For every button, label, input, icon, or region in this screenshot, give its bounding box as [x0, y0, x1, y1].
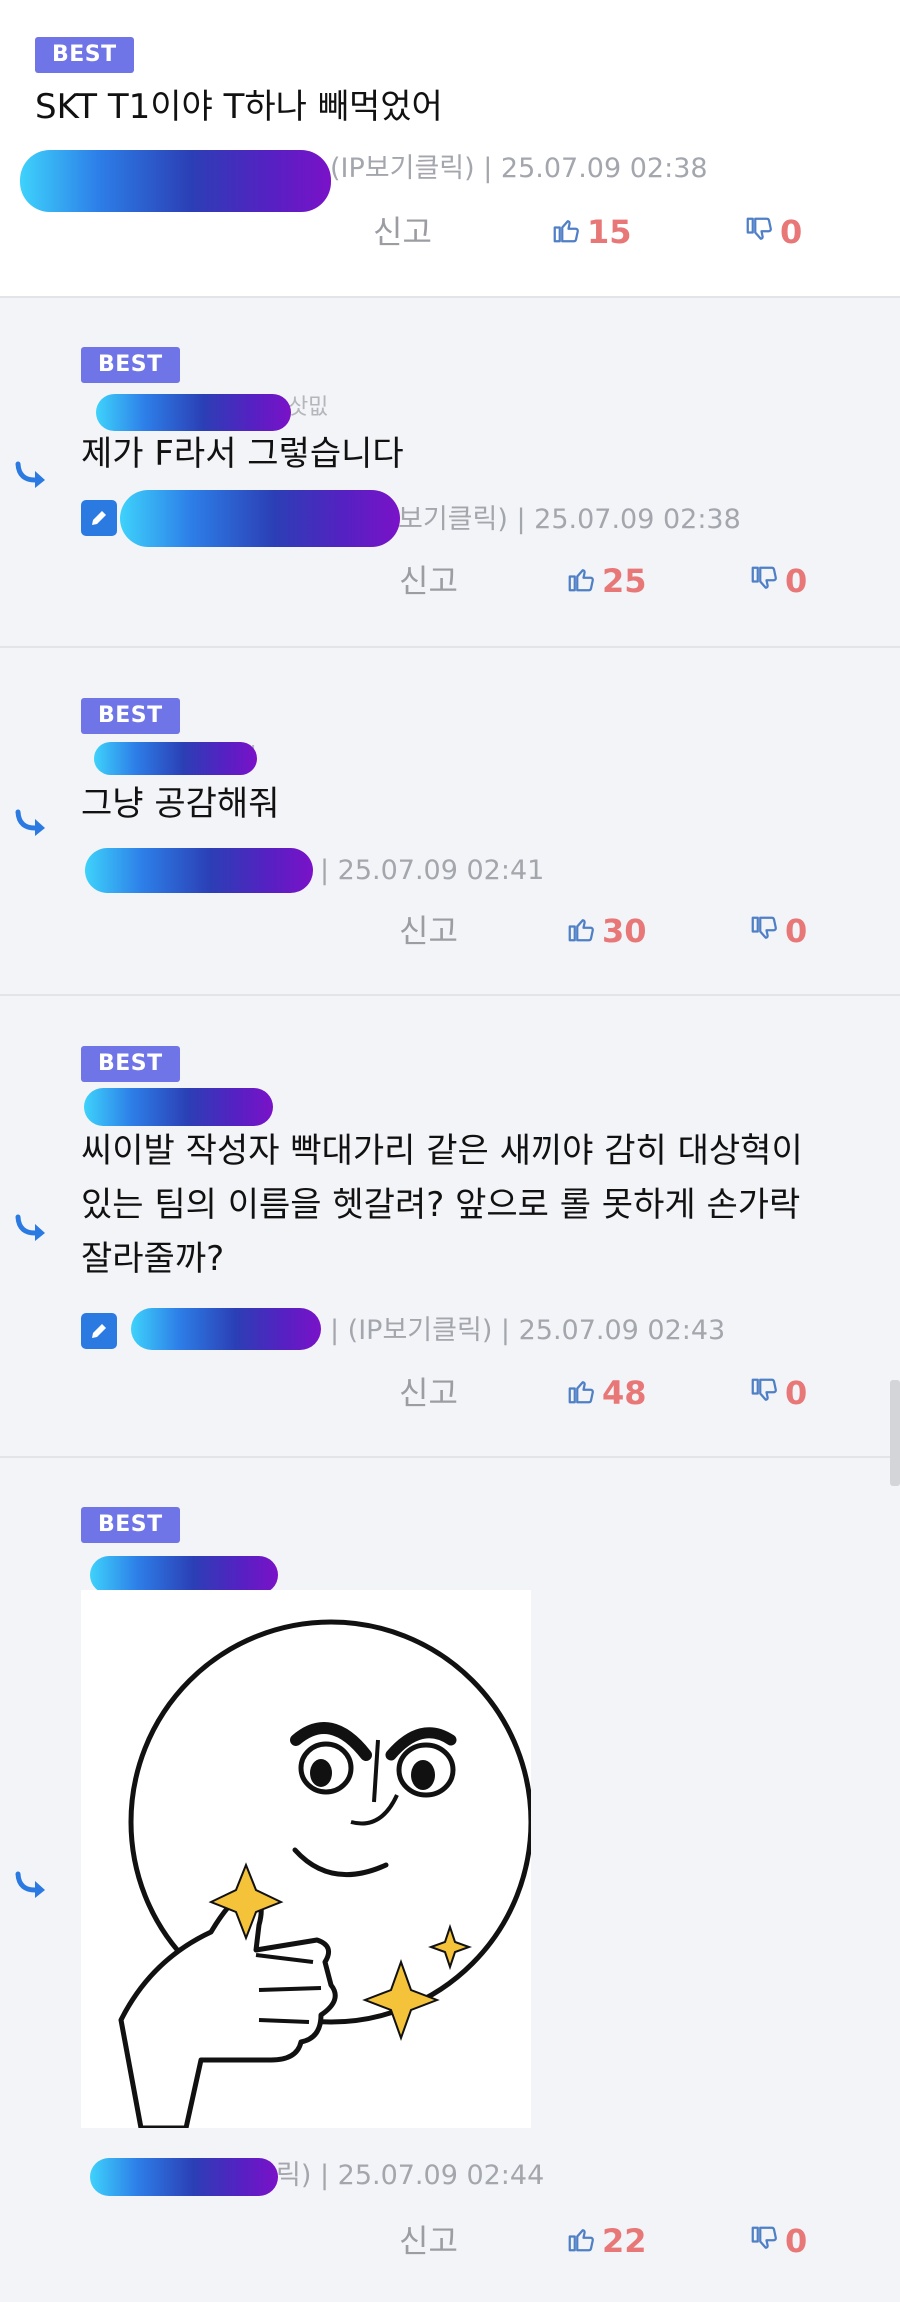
reply-arrow-icon: [15, 1871, 45, 1898]
report-button[interactable]: 신고: [373, 207, 432, 257]
reply-item: BEST 삿밊 제가 F라서 그렇습니다 보기클릭) | 25.07.09 02…: [0, 298, 900, 648]
best-badge: BEST: [81, 347, 180, 383]
dislike-count: 0: [785, 562, 808, 600]
reply-item: BEST 씨이발 작성자 빡대가리 같은 새끼야 감히 대상혁이 있는 팀의 이…: [0, 996, 900, 1458]
like-count: 22: [602, 2222, 647, 2260]
comment-meta: (IP보기클릭) | 25.07.09 02:38: [330, 153, 708, 184]
thumbs-up-icon: [568, 1381, 594, 1404]
reply-arrow-icon: [15, 809, 45, 836]
dislike-count: 0: [785, 2222, 808, 2260]
like-count: 25: [602, 562, 647, 600]
comment-meta: | 25.07.09 02:41: [320, 855, 545, 886]
reply-arrow-icon: [15, 1214, 45, 1241]
reply-to-redacted: [94, 742, 257, 775]
dislike-button[interactable]: 0: [749, 556, 807, 606]
reply-arrow-icon: [15, 461, 45, 488]
comment-meta: 보기클릭) | 25.07.09 02:38: [398, 504, 741, 535]
reply-item: BEST l 그냥 공감해줘 | 25.07.09 02:41 신고 30 0: [0, 648, 900, 996]
thumbs-down-icon: [751, 566, 777, 589]
like-button[interactable]: 30: [566, 906, 647, 956]
like-button[interactable]: 48: [566, 1368, 647, 1418]
nickname-redacted: [20, 150, 331, 212]
report-button[interactable]: 신고: [399, 2216, 458, 2266]
reply-to-redacted: [96, 394, 291, 431]
like-button[interactable]: 22: [566, 2216, 647, 2266]
nickname-redacted: [120, 490, 400, 547]
dislike-button[interactable]: 0: [744, 207, 802, 257]
reply-to-redacted: [90, 1556, 278, 1594]
like-button[interactable]: 25: [566, 556, 647, 606]
like-count: 15: [587, 213, 632, 251]
comment-content: 제가 F라서 그렇습니다: [81, 434, 404, 474]
comment-line: 씨이발 작성자 빡대가리 같은 새끼야 감히 대상혁이: [81, 1131, 803, 1171]
best-badge: BEST: [81, 1046, 180, 1082]
dislike-count: 0: [785, 912, 808, 950]
nickname-redacted: [85, 848, 313, 893]
report-button[interactable]: 신고: [399, 1368, 458, 1418]
comment-meta: | (IP보기클릭) | 25.07.09 02:43: [330, 1315, 726, 1346]
thumbs-up-icon: [568, 569, 594, 592]
thumbs-down-icon: [751, 916, 777, 939]
comment-meta: 릭) | 25.07.09 02:44: [276, 2160, 545, 2191]
thumbs-up-icon: [568, 919, 594, 942]
best-badge: BEST: [81, 1507, 180, 1543]
dislike-button[interactable]: 0: [749, 1368, 807, 1418]
dislike-count: 0: [785, 1374, 808, 1412]
thumbs-down-icon: [751, 1378, 777, 1401]
comment-item: BEST SKT T1이야 T하나 빼먹었어 (IP보기클릭) | 25.07.…: [0, 0, 900, 298]
thumbs-down-icon: [751, 2226, 777, 2249]
thumbs-up-icon: [568, 2229, 594, 2252]
reply-to-nickname: 삿밊: [288, 395, 329, 420]
report-button[interactable]: 신고: [399, 906, 458, 956]
nickname-redacted: [131, 1308, 321, 1350]
dislike-button[interactable]: 0: [749, 2216, 807, 2266]
report-button[interactable]: 신고: [399, 556, 458, 606]
pencil-icon[interactable]: [81, 500, 117, 536]
thumbs-up-icon: [553, 220, 579, 243]
dislike-count: 0: [780, 213, 803, 251]
reply-to-redacted: [84, 1088, 273, 1126]
scrollbar-thumb[interactable]: [890, 1380, 900, 1486]
nickname-redacted: [90, 2158, 278, 2196]
sticker-image[interactable]: [81, 1590, 534, 2131]
thumbs-down-icon: [746, 217, 772, 240]
best-badge: BEST: [81, 698, 180, 734]
like-count: 30: [602, 912, 647, 950]
smug-face-thumbs-up-illustration: [118, 1619, 534, 2131]
dislike-button[interactable]: 0: [749, 906, 807, 956]
comment-content: 씨이발 작성자 빡대가리 같은 새끼야 감히 대상혁이 있는 팀의 이름을 헷갈…: [81, 1124, 803, 1286]
pencil-icon[interactable]: [81, 1313, 117, 1349]
best-badge: BEST: [35, 37, 134, 73]
comment-line: 잘라줄까?: [81, 1239, 225, 1279]
like-count: 48: [602, 1374, 647, 1412]
comment-line: 있는 팀의 이름을 헷갈려? 앞으로 롤 못하게 손가락: [81, 1185, 801, 1225]
comment-content: 그냥 공감해줘: [81, 784, 280, 824]
like-button[interactable]: 15: [551, 207, 632, 257]
comment-content: SKT T1이야 T하나 빼먹었어: [35, 87, 443, 127]
